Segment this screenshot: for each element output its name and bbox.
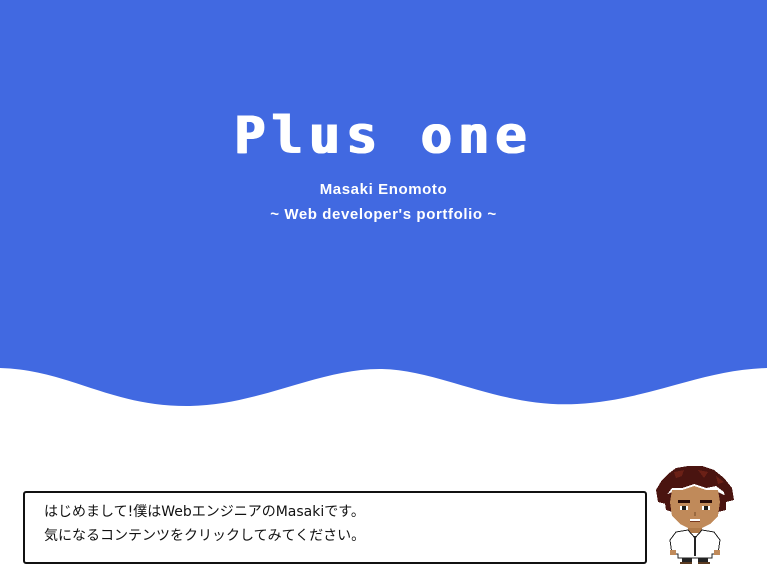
pixel-character-icon[interactable] (654, 466, 736, 564)
hero-section: Plus one Masaki Enomoto ~ Web developer'… (0, 0, 767, 410)
page: Plus one Masaki Enomoto ~ Web developer'… (0, 0, 767, 575)
site-title: Plus one (234, 106, 533, 166)
message-dialog: はじめまして!僕はWebエンジニアのMasakiです。 気になるコンテンツをクリ… (23, 491, 647, 564)
dialog-line-instruction: 気になるコンテンツをクリックしてみてください。 (44, 528, 366, 544)
tagline: ~ Web developer's portfolio ~ (270, 206, 497, 223)
author-name: Masaki Enomoto (319, 181, 448, 198)
dialog-line-greeting: はじめまして!僕はWebエンジニアのMasakiです。 (44, 504, 365, 520)
